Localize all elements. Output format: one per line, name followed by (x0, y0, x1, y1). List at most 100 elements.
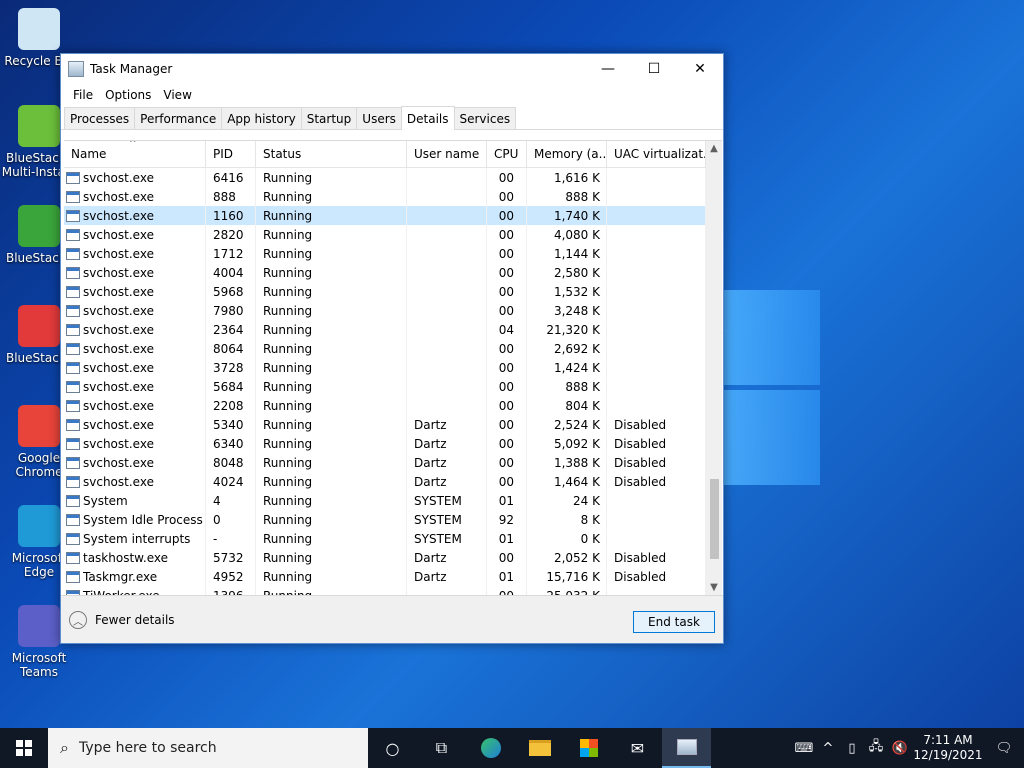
cell-cpu: 00 (487, 434, 527, 453)
cell-cpu: 00 (487, 263, 527, 282)
tab-app-history[interactable]: App history (221, 107, 302, 129)
table-row[interactable]: svchost.exe 5684 Running 00 888 K (64, 377, 706, 396)
cell-user: Dartz (407, 434, 487, 453)
title-bar[interactable]: Task Manager — ☐ ✕ (61, 54, 723, 84)
end-task-button[interactable]: End task (633, 611, 715, 633)
table-row[interactable]: svchost.exe 2364 Running 04 21,320 K (64, 320, 706, 339)
task-view-icon[interactable]: ⧉ (417, 728, 466, 768)
table-row[interactable]: taskhostw.exe 5732 Running Dartz 00 2,052 K Di… (64, 548, 706, 567)
tab-users[interactable]: Users (356, 107, 402, 129)
table-row[interactable]: svchost.exe 2820 Running 00 4,080 K (64, 225, 706, 244)
maximize-button[interactable]: ☐ (631, 54, 677, 84)
cell-pid: 8048 (206, 453, 256, 472)
footer-bar: ︿ Fewer details End task (61, 595, 723, 643)
table-row[interactable]: svchost.exe 6416 Running 00 1,616 K (64, 168, 706, 187)
table-row[interactable]: Taskmgr.exe 4952 Running Dartz 01 15,716 K Dis… (64, 567, 706, 586)
tab-startup[interactable]: Startup (300, 107, 358, 129)
table-row[interactable]: svchost.exe 4024 Running Dartz 00 1,464 K Disa… (64, 472, 706, 491)
table-row[interactable]: svchost.exe 8048 Running Dartz 00 1,388 K Disa… (64, 453, 706, 472)
process-name: svchost.exe (83, 189, 154, 204)
tab-processes[interactable]: Processes (64, 107, 136, 129)
cell-status: Running (256, 187, 407, 206)
column-header-pid[interactable]: PID (206, 141, 256, 168)
table-row[interactable]: svchost.exe 6340 Running Dartz 00 5,092 K Disa… (64, 434, 706, 453)
cell-user (407, 339, 487, 358)
cell-user: SYSTEM (407, 510, 487, 529)
column-header-memory[interactable]: Memory (a... (527, 141, 607, 168)
start-button[interactable] (0, 728, 48, 768)
keyboard-icon[interactable]: ⌨ (792, 741, 816, 756)
cell-cpu: 92 (487, 510, 527, 529)
table-row[interactable]: svchost.exe 2208 Running 00 804 K (64, 396, 706, 415)
menu-file[interactable]: File (67, 88, 99, 102)
cell-uac (607, 491, 706, 510)
mail-icon[interactable]: ✉ (613, 728, 662, 768)
table-row[interactable]: System Idle Process 0 Running SYSTEM 92 8 K (64, 510, 706, 529)
tab-services[interactable]: Services (453, 107, 517, 129)
store-icon[interactable] (564, 728, 613, 768)
battery-icon[interactable]: ▯ (840, 741, 864, 756)
cell-uac (607, 301, 706, 320)
process-icon (66, 456, 80, 469)
process-icon (66, 361, 80, 374)
process-name-cell: svchost.exe (64, 206, 206, 225)
scrollbar-thumb[interactable] (710, 479, 719, 559)
table-row[interactable]: TiWorker.exe1396Running 0025,032 K (64, 586, 706, 595)
edge-taskbar-icon[interactable] (466, 728, 515, 768)
volume-muted-icon[interactable]: 🔇 (888, 741, 912, 756)
cell-cpu: 00 (487, 415, 527, 434)
table-body: svchost.exe 6416 Running 00 1,616 Ksvchost.e… (64, 168, 706, 595)
menu-view[interactable]: View (157, 88, 197, 102)
tab-performance[interactable]: Performance (134, 107, 223, 129)
column-header-status[interactable]: Status (256, 141, 407, 168)
cell-cpu: 01 (487, 529, 527, 548)
column-header-uac[interactable]: UAC virtualizat... (607, 141, 706, 168)
clock-date: 12/19/2021 (913, 748, 983, 762)
table-row[interactable]: svchost.exe 5340 Running Dartz 00 2,524 K Disa… (64, 415, 706, 434)
vertical-scrollbar[interactable]: ▲ ▼ (706, 141, 722, 595)
process-name-cell: System interrupts (64, 529, 206, 548)
app-icon (18, 605, 60, 647)
cell-status: Running (256, 491, 407, 510)
menu-options[interactable]: Options (99, 88, 157, 102)
cell-user: SYSTEM (407, 529, 487, 548)
network-icon[interactable]: 🖧 (864, 737, 888, 759)
clock[interactable]: 7:11 AM 12/19/2021 (912, 733, 984, 763)
table-row[interactable]: svchost.exe 4004 Running 00 2,580 K (64, 263, 706, 282)
chevron-up-icon[interactable]: ^ (816, 741, 840, 756)
tab-details[interactable]: Details (400, 106, 455, 130)
desktop-icon-label: Microsoft Teams (11, 651, 67, 679)
table-row[interactable]: svchost.exe 5968 Running 00 1,532 K (64, 282, 706, 301)
cell-status: Running (256, 377, 407, 396)
cell-cpu: 00 (487, 339, 527, 358)
table-row[interactable]: System interrupts - Running SYSTEM 01 0 K (64, 529, 706, 548)
table-row[interactable]: svchost.exe 3728 Running 00 1,424 K (64, 358, 706, 377)
process-icon (66, 494, 80, 507)
taskbar-search-box[interactable]: ⌕ Type here to search (48, 728, 368, 768)
task-manager-taskbar-icon[interactable] (662, 728, 711, 768)
fewer-details-button[interactable]: ︿ Fewer details (69, 611, 175, 629)
column-header-user-name[interactable]: User name (407, 141, 487, 168)
cell-pid: 0 (206, 510, 256, 529)
minimize-button[interactable]: — (585, 54, 631, 84)
table-row[interactable]: svchost.exe 7980 Running 00 3,248 K (64, 301, 706, 320)
cortana-icon[interactable]: ○ (368, 728, 417, 768)
table-row[interactable]: System 4 Running SYSTEM 01 24 K (64, 491, 706, 510)
table-row[interactable]: svchost.exe 1160 Running 00 1,740 K (64, 206, 706, 225)
file-explorer-icon[interactable] (515, 728, 564, 768)
column-header-cpu[interactable]: CPU (487, 141, 527, 168)
fewer-details-label: Fewer details (95, 613, 175, 627)
cell-mem: 1,532 K (527, 282, 607, 301)
scroll-down-icon[interactable]: ▼ (706, 580, 722, 595)
scroll-up-icon[interactable]: ▲ (706, 141, 722, 157)
close-button[interactable]: ✕ (677, 54, 723, 84)
cell-cpu: 00 (487, 396, 527, 415)
cell-pid: 5684 (206, 377, 256, 396)
table-row[interactable]: svchost.exe 1712 Running 00 1,144 K (64, 244, 706, 263)
cell-user (407, 168, 487, 187)
cell-uac: Disabled (607, 472, 706, 491)
table-row[interactable]: svchost.exe 888 Running 00 888 K (64, 187, 706, 206)
process-icon (66, 399, 80, 412)
notification-icon[interactable]: 🗨 (984, 741, 1024, 756)
table-row[interactable]: svchost.exe 8064 Running 00 2,692 K (64, 339, 706, 358)
